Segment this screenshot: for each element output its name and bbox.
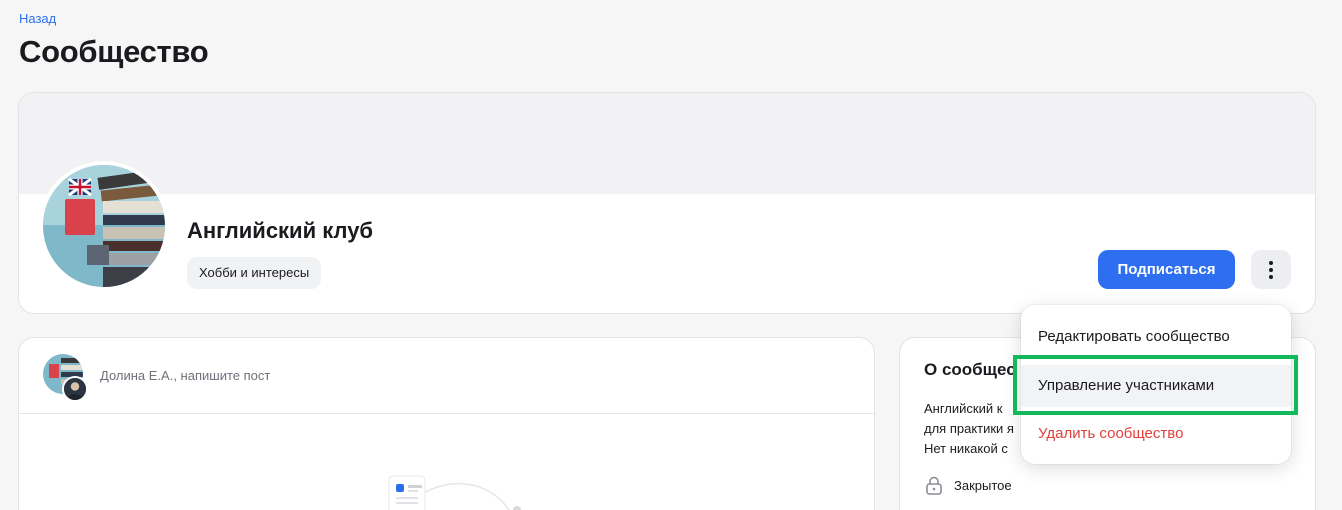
- feed-card: Долина Е.А., напишите пост: [18, 337, 875, 510]
- page-title: Сообщество: [19, 34, 209, 69]
- community-page: Назад Сообщество Английский клуб Хобби и…: [0, 0, 1342, 510]
- more-options-button[interactable]: [1251, 250, 1291, 289]
- about-title: О сообщес: [924, 360, 1016, 379]
- composer-placeholder: Долина Е.А., напишите пост: [100, 368, 271, 383]
- category-chip[interactable]: Хобби и интересы: [187, 257, 322, 289]
- empty-feed-illustration: [388, 475, 521, 510]
- privacy-label: Закрытое: [954, 478, 1012, 493]
- subscribe-button[interactable]: Подписаться: [1098, 250, 1235, 289]
- community-header-card: Английский клуб Хобби и интересы Подписа…: [18, 92, 1316, 314]
- lock-icon: [926, 476, 942, 495]
- privacy-status: Закрытое: [926, 476, 1012, 495]
- community-avatar: [39, 161, 169, 291]
- menu-item-delete-community[interactable]: Удалить сообщество: [1021, 413, 1291, 455]
- user-avatar: [62, 376, 88, 402]
- menu-item-manage-members[interactable]: Управление участниками: [1021, 365, 1291, 407]
- community-cover: [19, 93, 1315, 194]
- post-composer[interactable]: Долина Е.А., напишите пост: [19, 338, 874, 414]
- back-link[interactable]: Назад: [19, 11, 56, 26]
- community-name: Английский клуб: [187, 218, 374, 243]
- community-avatar-image: [43, 165, 165, 287]
- composer-avatar: [43, 354, 89, 402]
- more-vertical-icon: [1269, 260, 1273, 279]
- menu-item-edit-community[interactable]: Редактировать сообщество: [1021, 316, 1291, 358]
- community-options-menu: Редактировать сообщество Управление учас…: [1021, 305, 1291, 464]
